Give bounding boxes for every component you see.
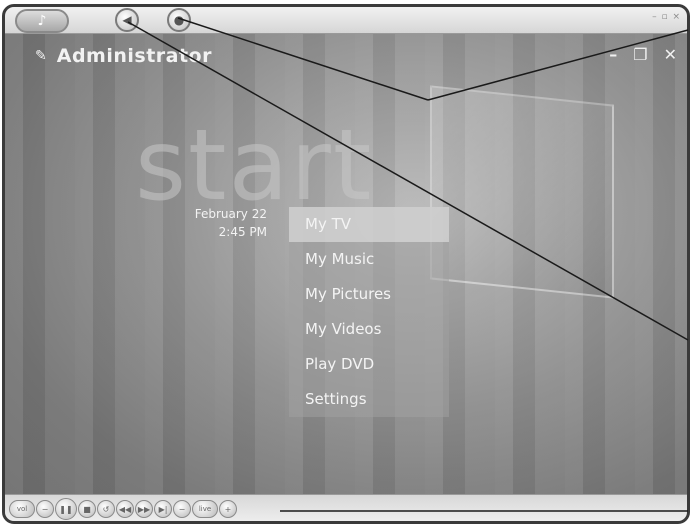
user-name: Administrator [56,45,212,67]
logo-icon: ♪ [37,13,47,29]
user-area: ✎ Administrator [35,45,212,67]
top-toolbar: ♪ ◀ ● – ▫ × [5,7,687,34]
menu-item-my-videos[interactable]: My Videos [289,312,449,347]
skip-button[interactable]: ▶| [154,500,172,518]
stop-button[interactable]: ■ [78,500,96,518]
volume-button[interactable]: vol [9,500,35,518]
pause-icon: ❚❚ [59,504,73,514]
window-controls: – ❐ ✕ [609,45,677,64]
fast-forward-button[interactable]: ▶▶ [135,500,153,518]
window-caption-buttons[interactable]: – ▫ × [652,12,681,22]
stop-icon: ■ [83,504,91,514]
start-menu: My TV My Music My Pictures My Videos Pla… [289,207,449,417]
restore-button[interactable]: ❐ [633,45,647,64]
volume-down-button[interactable]: − [36,500,54,518]
media-center-logo-button[interactable]: ♪ [15,9,69,33]
minus-icon: − [41,504,49,514]
channel-up-button[interactable]: + [219,500,237,518]
chevron-down-icon: − [178,504,186,514]
live-tv-button[interactable]: live [192,500,218,518]
user-icon: ✎ [35,48,47,64]
menu-item-my-tv[interactable]: My TV [289,207,449,242]
fast-forward-icon: ▶▶ [137,504,151,514]
close-button[interactable]: ✕ [664,45,677,64]
date-time: February 22 2:45 PM [145,205,267,241]
back-arrow-icon: ◀ [122,13,132,27]
plus-icon: + [224,504,232,514]
home-icon: ● [173,13,185,27]
menu-item-my-pictures[interactable]: My Pictures [289,277,449,312]
replay-button[interactable]: ↺ [97,500,115,518]
back-button[interactable]: ◀ [115,8,139,32]
minimize-button[interactable]: – [609,45,617,64]
menu-item-settings[interactable]: Settings [289,382,449,417]
home-button[interactable]: ● [167,8,191,32]
play-pause-button[interactable]: ❚❚ [55,498,77,520]
tv-graphic [430,85,614,299]
replay-icon: ↺ [102,504,110,514]
media-center-window: ♪ ◀ ● – ▫ × ✎ Administrator – ❐ ✕ start … [2,4,690,524]
channel-down-button[interactable]: − [173,500,191,518]
rewind-icon: ◀◀ [118,504,132,514]
date-text: February 22 [194,207,267,221]
rewind-button[interactable]: ◀◀ [116,500,134,518]
time-text: 2:45 PM [218,225,267,239]
menu-item-my-music[interactable]: My Music [289,242,449,277]
transport-controls: vol − ❚❚ ■ ↺ ◀◀ ▶▶ ▶| − live + [9,498,237,520]
transport-bar: vol − ❚❚ ■ ↺ ◀◀ ▶▶ ▶| − live + [5,494,687,521]
skip-icon: ▶| [158,504,168,514]
menu-item-play-dvd[interactable]: Play DVD [289,347,449,382]
